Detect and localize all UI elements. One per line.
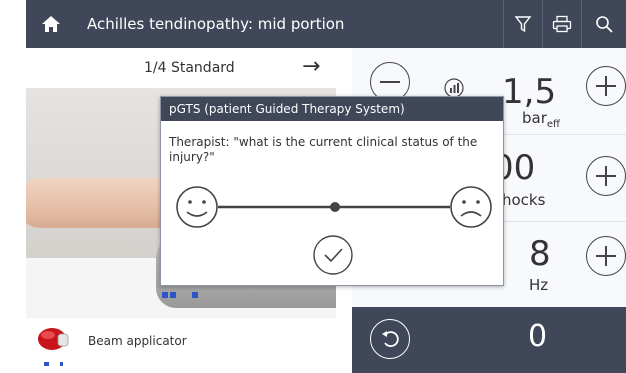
search-button[interactable] [582, 0, 626, 48]
filter-icon [514, 16, 532, 33]
beam-applicator-icon[interactable] [36, 320, 70, 354]
shocks-unit: hocks [502, 191, 546, 209]
sad-face-icon[interactable] [450, 186, 492, 228]
pager-label: 1/4 Standard [144, 60, 235, 76]
applicator-label: Beam applicator [88, 334, 187, 348]
page-title: Achilles tendinopathy: mid portion [87, 15, 345, 33]
print-button[interactable] [543, 0, 581, 48]
reset-counter-button[interactable] [370, 319, 410, 359]
position-marker [170, 292, 176, 298]
arrow-right-icon[interactable]: → [302, 54, 320, 79]
pgts-dialog: pGTS (patient Guided Therapy System) The… [160, 96, 504, 286]
pressure-value: 1,5 [502, 72, 557, 112]
top-bar: Achilles tendinopathy: mid portion [26, 0, 626, 48]
dialog-title: pGTS (patient Guided Therapy System) [161, 97, 503, 121]
happy-face-icon[interactable] [176, 186, 218, 228]
scale-slider-handle[interactable] [330, 202, 340, 212]
position-marker [192, 292, 198, 298]
reset-icon [382, 331, 399, 347]
signal-icon [444, 78, 464, 98]
check-circle-icon[interactable] [312, 234, 354, 276]
frequency-value: 8 [529, 234, 551, 274]
home-button[interactable] [26, 0, 76, 48]
position-marker [60, 362, 63, 366]
printer-icon [552, 15, 572, 33]
counter-bar: 0 [352, 307, 626, 373]
pressure-unit: bareff [522, 109, 560, 130]
increase-frequency-button[interactable] [586, 236, 626, 276]
counter-value: 0 [528, 319, 548, 354]
increase-shocks-button[interactable] [586, 156, 626, 196]
filter-button[interactable] [504, 0, 542, 48]
search-icon [596, 16, 613, 33]
dialog-question: Therapist: "what is the current clinical… [169, 135, 478, 164]
home-icon [42, 16, 60, 32]
position-marker [162, 292, 168, 298]
position-marker [44, 362, 49, 366]
protocol-pager: 1/4 Standard → [26, 48, 352, 88]
increase-pressure-button[interactable] [586, 66, 626, 106]
frequency-unit: Hz [529, 276, 549, 294]
